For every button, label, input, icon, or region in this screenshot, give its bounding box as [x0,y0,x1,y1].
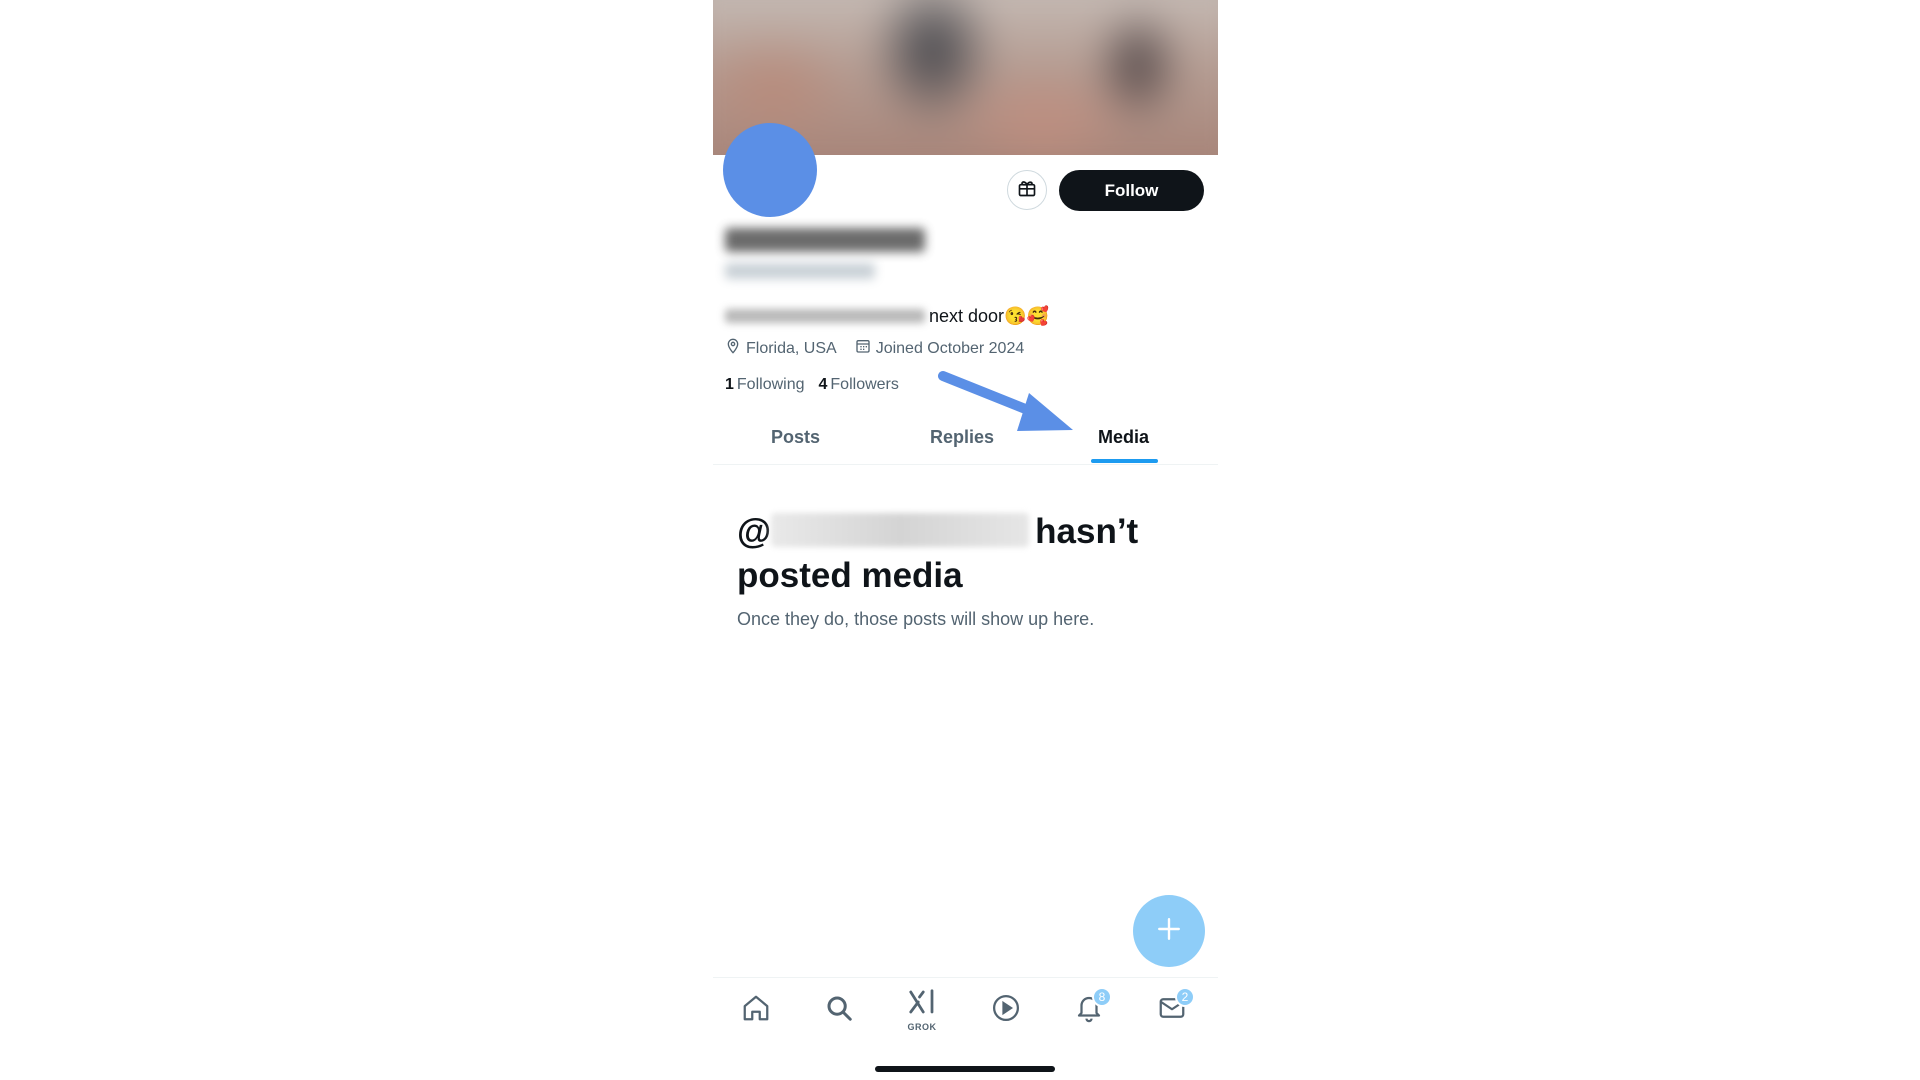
compose-button[interactable] [1133,895,1205,967]
bio-text: next door [929,305,1005,326]
play-icon [991,993,1021,1028]
empty-state-subtitle: Once they do, those posts will show up h… [737,609,1095,629]
handle-redacted [725,263,875,279]
follow-counts: 1 Following 4 Followers [725,376,899,394]
profile-meta: Florida, USA Joined October 2024 [725,338,1024,359]
gift-button[interactable] [1007,170,1047,210]
followers-link[interactable]: 4 Followers [819,376,899,394]
nav-notifications[interactable]: 8 [1064,987,1114,1032]
active-tab-indicator [1091,459,1158,463]
followers-count: 4 [818,376,828,393]
search-icon [824,993,854,1028]
empty-state-title: @ hasn’t posted media [737,510,1197,598]
grok-icon [907,988,937,1021]
join-date: Joined October 2024 [855,338,1025,359]
location-pin-icon [725,338,741,359]
following-count: 1 [725,376,734,393]
following-label: Following [736,376,805,393]
nav-messages[interactable]: 2 [1147,987,1197,1032]
nav-search[interactable] [814,988,864,1032]
nav-grok[interactable]: GROK [897,988,947,1032]
bio-emoji: 😘🥰 [1004,305,1049,326]
gift-icon [1017,178,1037,203]
tab-media[interactable]: Media [1098,410,1149,464]
messages-badge: 2 [1175,987,1195,1007]
avatar[interactable] [723,123,817,217]
profile-tabs: Posts Replies Media [713,410,1218,465]
location: Florida, USA [725,338,837,359]
bio: next door 😘🥰 [725,303,1049,329]
empty-title-at: @ [737,512,772,551]
empty-title-suffix: hasn’t [1035,512,1139,551]
bio-redacted [725,309,925,323]
notifications-badge: 8 [1092,987,1112,1007]
tab-replies[interactable]: Replies [930,410,994,464]
empty-title-line2: posted media [737,556,963,595]
display-name-redacted [725,228,925,252]
profile-screen: Follow next door 😘🥰 Florida, USA Joined … [713,0,1218,1080]
bottom-nav: GROK 8 2 [713,977,1218,1046]
nav-home[interactable] [731,988,781,1032]
follow-button[interactable]: Follow [1059,170,1204,211]
location-text: Florida, USA [746,339,837,357]
tab-posts[interactable]: Posts [771,410,820,464]
followers-label: Followers [830,376,899,393]
grok-label: GROK [907,1022,937,1032]
home-icon [741,993,771,1028]
handle-redacted-inline [771,513,1030,547]
plus-icon [1156,916,1182,947]
calendar-icon [855,338,871,359]
home-indicator[interactable] [875,1066,1055,1072]
nav-video[interactable] [981,988,1031,1032]
following-link[interactable]: 1 Following [725,376,805,394]
join-date-text: Joined October 2024 [875,339,1025,357]
